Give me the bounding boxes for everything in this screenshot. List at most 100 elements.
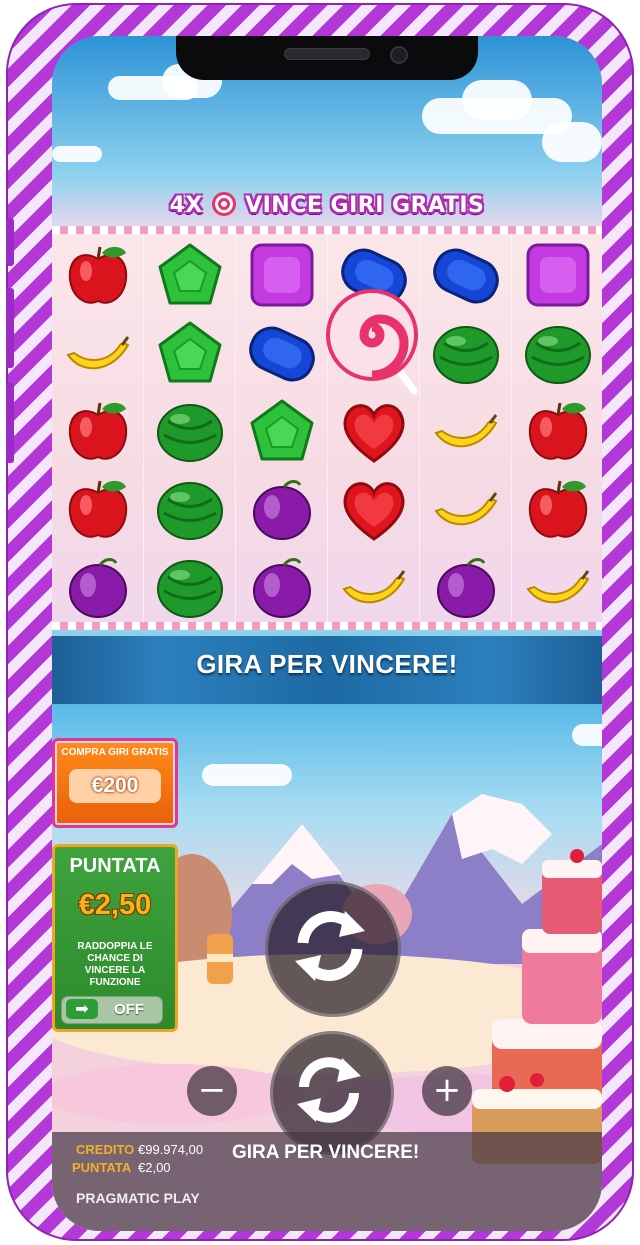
- phone-frame: 4X VINCE GIRI GRATIS GIRA PER VINCERE! C…: [6, 3, 634, 1241]
- green-pentagon-icon: [158, 321, 221, 383]
- purple-square-symbol: [236, 237, 327, 315]
- banana-icon: [433, 492, 497, 526]
- apple-icon: [528, 402, 587, 460]
- apple-symbol: [52, 393, 143, 471]
- red-heart-symbol: [328, 471, 419, 549]
- banana-symbol: [328, 549, 419, 627]
- phone-side-button: [6, 288, 14, 368]
- candy-border-top: [52, 226, 602, 234]
- ante-bet-description-line: CHANCE DI: [87, 953, 143, 964]
- watermelon-icon: [432, 326, 499, 384]
- message-bar: GIRA PER VINCERE!: [52, 636, 602, 704]
- apple-icon: [68, 402, 127, 460]
- banana-icon: [341, 570, 405, 604]
- ante-bet-description-line: FUNZIONE: [89, 977, 141, 988]
- arrow-right-icon: ➡: [66, 999, 98, 1019]
- ante-bet-toggle-label: OFF: [114, 1001, 144, 1018]
- speaker-grille: [284, 48, 370, 60]
- blue-oval-symbol: [420, 237, 511, 315]
- lollipop-icon: [211, 192, 236, 216]
- blue-oval-symbol: [236, 315, 327, 393]
- banana-symbol: [420, 393, 511, 471]
- plum-icon: [68, 558, 127, 618]
- plum-symbol: [420, 549, 511, 627]
- message-text: GIRA PER VINCERE!: [196, 649, 458, 679]
- credit-value: €99.974,00: [138, 1142, 204, 1157]
- apple-icon: [68, 480, 127, 538]
- ante-bet-description-line: VINCERE LA: [84, 965, 146, 976]
- bet-value: €2,00: [138, 1160, 171, 1175]
- watermelon-icon: [156, 482, 223, 540]
- lollipop-icon: [326, 289, 418, 395]
- refresh-icon: [295, 911, 365, 981]
- banana-symbol: [512, 549, 602, 627]
- watermelon-symbol: [512, 315, 602, 393]
- watermelon-symbol: [144, 549, 235, 627]
- decrease-bet-button[interactable]: −: [187, 1066, 237, 1116]
- ante-bet-toggle[interactable]: ➡ OFF: [61, 996, 163, 1024]
- free-spins-banner: 4X VINCE GIRI GRATIS: [52, 186, 602, 226]
- buy-free-spins-button[interactable]: COMPRA GIRI GRATIS €200: [52, 738, 178, 828]
- candy-border-bottom: [52, 622, 602, 630]
- red-heart-symbol: [328, 393, 419, 471]
- apple-symbol: [512, 393, 602, 471]
- ante-bet-description: RADDOPPIA LE CHANCE DI VINCERE LA FUNZIO…: [59, 941, 171, 989]
- status-message: GIRA PER VINCERE!: [232, 1142, 420, 1163]
- apple-icon: [528, 480, 587, 538]
- banana-icon: [525, 570, 589, 604]
- bet-title: PUNTATA: [69, 855, 161, 877]
- watermelon-icon: [524, 326, 591, 384]
- buy-free-spins-label: COMPRA GIRI GRATIS: [61, 747, 169, 758]
- banner-text: VINCE GIRI GRATIS: [245, 193, 485, 218]
- apple-symbol: [52, 237, 143, 315]
- green-pentagon-icon: [250, 399, 313, 461]
- plum-symbol: [52, 549, 143, 627]
- watermelon-icon: [156, 560, 223, 618]
- watermelon-symbol: [420, 315, 511, 393]
- plum-icon: [252, 480, 311, 540]
- green-pentagon-icon: [158, 243, 221, 305]
- apple-symbol: [512, 471, 602, 549]
- green-pentagon-symbol: [144, 315, 235, 393]
- red-heart-icon: [343, 482, 404, 541]
- purple-square-symbol: [512, 237, 602, 315]
- banana-icon: [65, 336, 129, 370]
- phone-side-button: [6, 383, 14, 463]
- phone-notch: [176, 36, 478, 80]
- camera-icon: [390, 46, 408, 64]
- blue-oval-icon: [248, 326, 315, 382]
- red-heart-icon: [343, 404, 404, 463]
- watermelon-symbol: [144, 471, 235, 549]
- increase-bet-button[interactable]: +: [422, 1066, 472, 1116]
- lollipop-symbol: [324, 287, 424, 397]
- green-pentagon-symbol: [144, 237, 235, 315]
- banana-symbol: [420, 471, 511, 549]
- ante-bet-description-line: RADDOPPIA LE: [77, 941, 153, 952]
- plum-symbol: [236, 471, 327, 549]
- purple-square-icon: [526, 243, 589, 307]
- blue-oval-icon: [432, 248, 499, 304]
- bet-panel: PUNTATA €2,50 RADDOPPIA LE CHANCE DI VIN…: [52, 844, 178, 1032]
- apple-icon: [68, 246, 127, 304]
- credit-label: CREDITO: [76, 1142, 135, 1157]
- bet-amount: €2,50: [78, 889, 152, 921]
- banner-prefix: 4X: [169, 193, 203, 218]
- status-bar: CREDITO €99.974,00 PUNTATA €2,00 GIRA PE…: [52, 1132, 602, 1231]
- apple-symbol: [52, 471, 143, 549]
- banana-symbol: [52, 315, 143, 393]
- brand-logo: PRAGMATIC PLAY: [76, 1190, 200, 1206]
- watermelon-icon: [156, 404, 223, 462]
- bet-label: PUNTATA: [72, 1160, 132, 1175]
- plum-icon: [252, 558, 311, 618]
- game-screen: 4X VINCE GIRI GRATIS GIRA PER VINCERE! C…: [52, 36, 602, 1231]
- plum-symbol: [236, 549, 327, 627]
- watermelon-symbol: [144, 393, 235, 471]
- plum-icon: [436, 558, 495, 618]
- purple-square-icon: [250, 243, 313, 307]
- reel-grid: [52, 229, 602, 623]
- green-pentagon-symbol: [236, 393, 327, 471]
- phone-side-button: [6, 218, 14, 266]
- buy-free-spins-price: €200: [69, 769, 161, 803]
- spin-button[interactable]: [265, 881, 401, 1017]
- banana-icon: [433, 414, 497, 448]
